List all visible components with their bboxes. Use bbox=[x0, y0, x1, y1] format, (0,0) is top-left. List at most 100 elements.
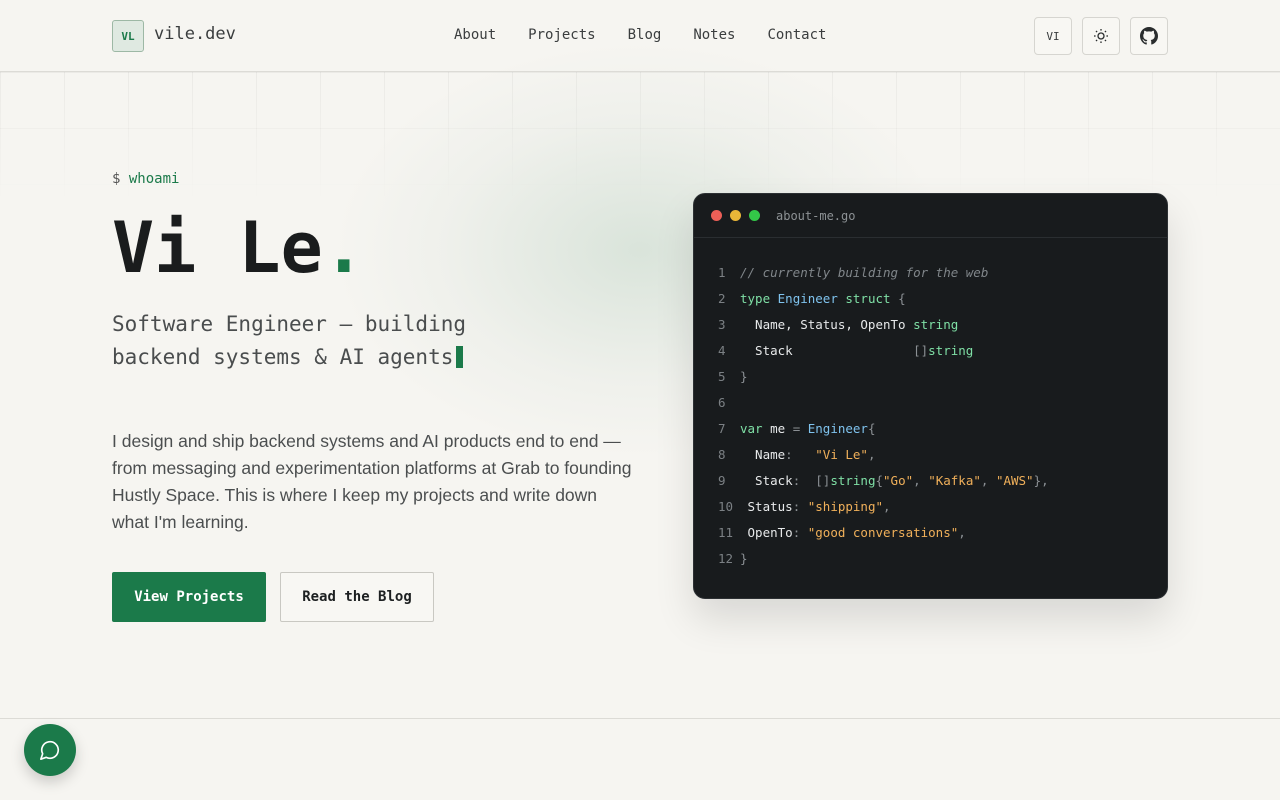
code-token: Status bbox=[740, 498, 793, 514]
code-token: } bbox=[740, 550, 748, 566]
code-token: { bbox=[898, 290, 906, 306]
main-nav: About Projects Blog Notes Contact bbox=[454, 27, 826, 43]
code-text: } bbox=[740, 369, 748, 384]
code-token: , bbox=[913, 472, 929, 488]
code-line: 4 Stack []string bbox=[694, 337, 1167, 363]
hero-subtitle: Software Engineer — building backend sys… bbox=[112, 308, 492, 374]
code-text: } bbox=[740, 551, 748, 566]
nav-blog[interactable]: Blog bbox=[628, 27, 662, 43]
code-window-titlebar: about-me.go bbox=[694, 194, 1167, 238]
code-token: string bbox=[928, 342, 974, 358]
code-text: type Engineer struct { bbox=[740, 291, 906, 306]
close-dot-icon bbox=[711, 210, 722, 221]
code-filename: about-me.go bbox=[776, 208, 856, 223]
code-token: [] bbox=[913, 342, 929, 358]
code-text: Stack: []string{"Go", "Kafka", "AWS"}, bbox=[740, 473, 1049, 488]
code-line: 11 OpenTo: "good conversations", bbox=[694, 519, 1167, 545]
code-text: // currently building for the web bbox=[740, 265, 988, 280]
site-name[interactable]: vile.dev bbox=[154, 24, 236, 44]
code-token: { bbox=[867, 420, 876, 436]
line-number: 8 bbox=[718, 446, 726, 462]
code-text: Status: "shipping", bbox=[740, 499, 891, 514]
code-token: type bbox=[740, 290, 778, 306]
line-number: 7 bbox=[718, 420, 726, 436]
code-token: me bbox=[770, 420, 793, 436]
code-token: , bbox=[980, 472, 996, 488]
nav-about[interactable]: About bbox=[454, 27, 496, 43]
code-text: Name, Status, OpenTo string bbox=[740, 317, 958, 332]
line-number: 11 bbox=[718, 524, 734, 540]
hero-bio: I design and ship backend systems and AI… bbox=[112, 431, 632, 532]
hero-name-text: Vi Le bbox=[112, 207, 323, 289]
github-link-button[interactable] bbox=[1130, 17, 1168, 55]
code-line: 3 Name, Status, OpenTo string bbox=[694, 311, 1167, 337]
code-line: 10 Status: "shipping", bbox=[694, 493, 1167, 519]
code-token: // currently building for the web bbox=[740, 264, 989, 280]
code-token: "AWS" bbox=[995, 472, 1034, 488]
nav-contact[interactable]: Contact bbox=[767, 27, 826, 43]
line-number: 12 bbox=[718, 550, 734, 566]
code-token: : bbox=[792, 524, 808, 540]
section-divider bbox=[0, 718, 1280, 719]
code-token: Name bbox=[740, 446, 786, 462]
github-icon bbox=[1140, 27, 1158, 45]
code-token: Stack bbox=[740, 472, 793, 488]
code-token: : bbox=[792, 498, 808, 514]
chat-button[interactable] bbox=[24, 724, 76, 776]
code-token: struct bbox=[845, 290, 899, 306]
line-number: 1 bbox=[718, 264, 726, 280]
site-header: VL vile.dev About Projects Blog Notes Co… bbox=[0, 0, 1280, 72]
read-blog-button[interactable]: Read the Blog bbox=[280, 572, 434, 622]
prompt-symbol: $ bbox=[112, 171, 121, 187]
prompt-command: whoami bbox=[128, 171, 180, 187]
nav-projects[interactable]: Projects bbox=[528, 27, 595, 43]
view-projects-button[interactable]: View Projects bbox=[112, 572, 266, 622]
code-token: } bbox=[740, 368, 748, 384]
code-token: var bbox=[740, 420, 771, 436]
theme-toggle-button[interactable] bbox=[1082, 17, 1120, 55]
code-text: var me = Engineer{ bbox=[740, 421, 876, 436]
code-window: about-me.go 1 // currently building for t… bbox=[693, 193, 1168, 599]
sun-icon bbox=[1094, 29, 1108, 43]
code-line: 2 type Engineer struct { bbox=[694, 285, 1167, 311]
code-line: 7 var me = Engineer{ bbox=[694, 415, 1167, 441]
code-token: Engineer bbox=[807, 420, 868, 436]
code-body: 1 // currently building for the web 2 type … bbox=[694, 238, 1167, 571]
nav-notes[interactable]: Notes bbox=[693, 27, 735, 43]
code-token: , bbox=[958, 524, 966, 540]
code-text: Stack []string bbox=[740, 343, 973, 358]
code-token: "Vi Le" bbox=[815, 446, 868, 462]
maximize-dot-icon bbox=[749, 210, 760, 221]
language-toggle-button[interactable]: VI bbox=[1034, 17, 1072, 55]
code-line: 8 Name: "Vi Le", bbox=[694, 441, 1167, 467]
hero-name-dot: . bbox=[322, 207, 365, 289]
code-line: 12} bbox=[694, 545, 1167, 571]
code-line: 9 Stack: []string{"Go", "Kafka", "AWS"}, bbox=[694, 467, 1167, 493]
code-text: Name: "Vi Le", bbox=[740, 447, 875, 462]
hero-name: Vi Le. bbox=[112, 208, 365, 288]
code-token: Engineer bbox=[777, 290, 846, 306]
code-token: string bbox=[913, 316, 959, 332]
logo-badge[interactable]: VL bbox=[112, 20, 144, 52]
code-token: , bbox=[867, 446, 876, 462]
minimize-dot-icon bbox=[730, 210, 741, 221]
code-token: Name, Status, OpenTo bbox=[740, 316, 914, 332]
typing-cursor bbox=[456, 346, 464, 368]
code-token: { bbox=[875, 472, 884, 488]
chat-bubble-icon bbox=[40, 740, 60, 760]
code-text: OpenTo: "good conversations", bbox=[740, 525, 966, 540]
code-token: "shipping" bbox=[807, 498, 884, 514]
code-token: "good conversations" bbox=[807, 524, 959, 540]
code-token: , bbox=[883, 498, 891, 514]
code-token: : bbox=[785, 446, 816, 462]
line-number: 3 bbox=[718, 316, 726, 332]
terminal-prompt: $ whoami bbox=[112, 171, 179, 187]
line-number: 2 bbox=[718, 290, 726, 306]
line-number: 10 bbox=[718, 498, 734, 514]
line-number: 9 bbox=[718, 472, 726, 488]
code-line: 1 // currently building for the web bbox=[694, 259, 1167, 285]
code-token: = bbox=[792, 420, 808, 436]
code-token: "Kafka" bbox=[928, 472, 981, 488]
line-number: 5 bbox=[718, 368, 726, 384]
code-token: string bbox=[830, 472, 876, 488]
